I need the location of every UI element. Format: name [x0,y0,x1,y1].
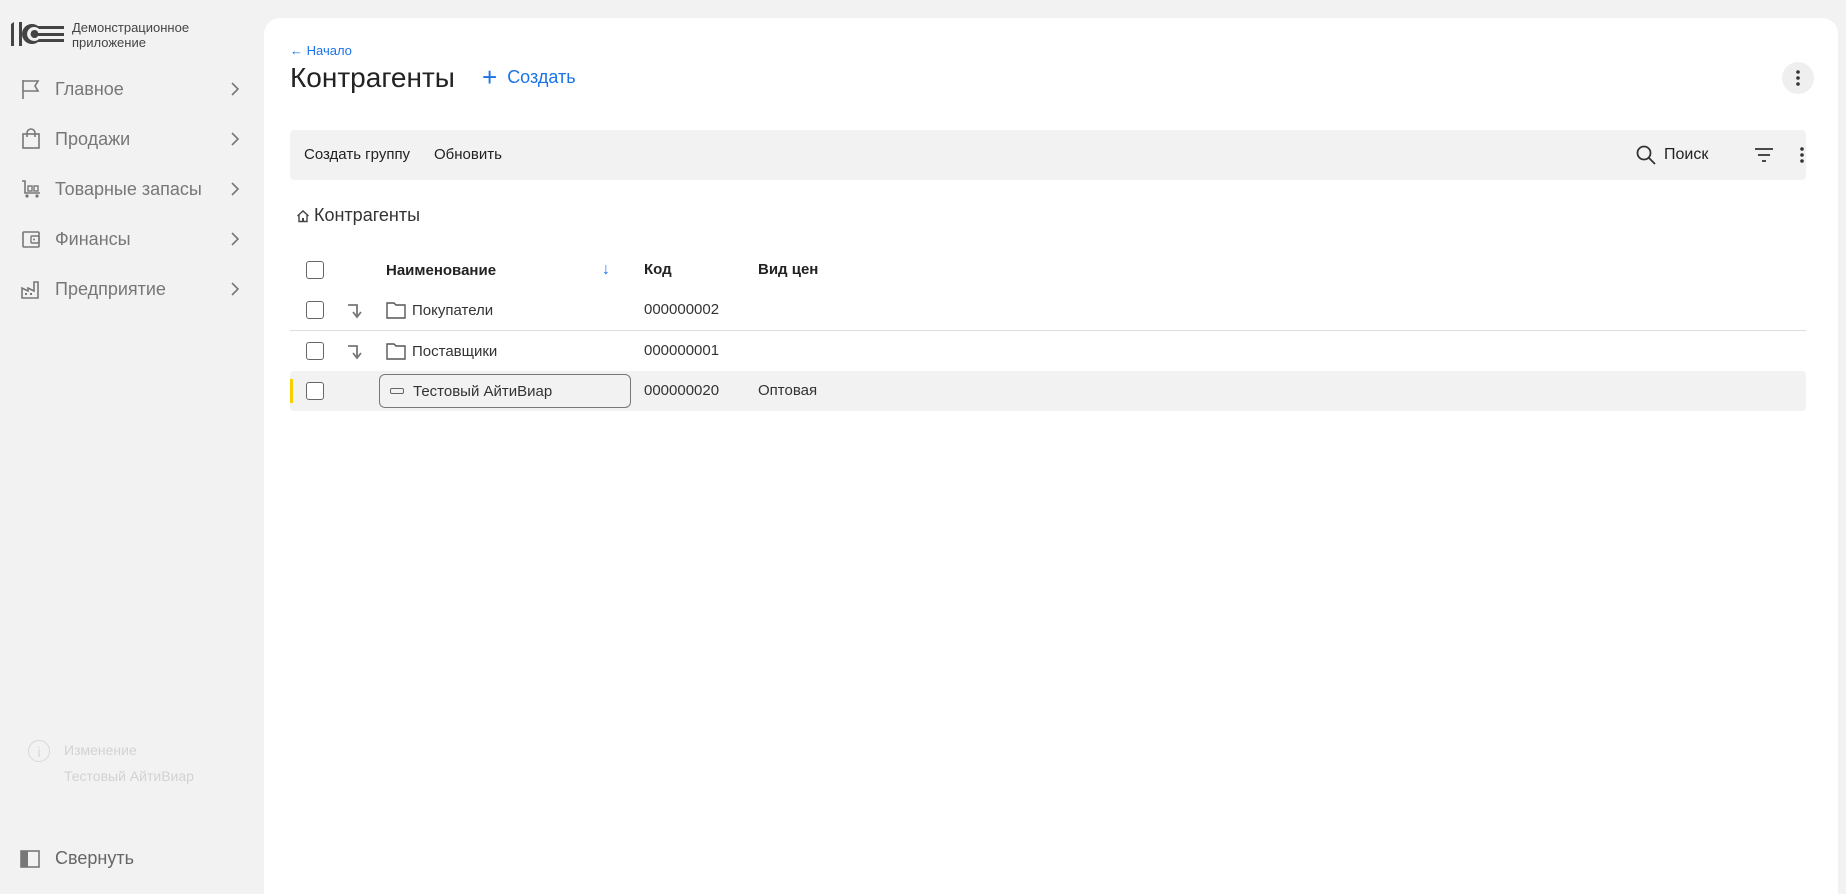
cart-icon [22,180,40,198]
code-cell: 000000001 [644,342,720,359]
group-path-label: Контрагенты [314,205,421,225]
folder-icon [386,343,406,360]
search-icon [1636,145,1656,165]
chevron-right-icon [231,282,240,296]
column-header-price-type[interactable]: Вид цен [758,250,818,290]
shopping-bag-icon [22,128,40,149]
row-checkbox[interactable] [306,301,324,319]
column-header-code[interactable]: Код [644,250,672,290]
table-row[interactable]: Поставщики 000000001 [290,331,1806,371]
app-name-line1: Демонстрационное [72,20,190,35]
sidebar-item-finance[interactable]: Финансы [20,221,240,257]
create-button[interactable]: + Создать [482,62,576,92]
chevron-right-icon [231,132,240,146]
sidebar-item-label: Финансы [55,228,131,249]
row-name: Поставщики [412,342,498,360]
more-actions-button[interactable] [1782,62,1814,94]
folder-icon [386,302,406,319]
app-logo: Демонстрационное приложение [8,20,189,50]
create-button-label: Создать [507,66,576,87]
select-all-checkbox[interactable] [306,261,324,279]
sidebar-item-label: Предприятие [55,278,166,299]
notification-subtitle: Тестовый АйтиВиар [64,768,194,784]
filter-icon[interactable] [1754,145,1774,165]
plus-icon: + [482,62,498,92]
chevron-right-icon [231,182,240,196]
code-cell: 000000020 [644,382,720,399]
name-cell: Поставщики [386,331,497,371]
main-panel: ← Начало Контрагенты + Создать Создать г… [264,18,1838,894]
search-button[interactable]: Поиск [1636,130,1708,180]
table-row[interactable]: Покупатели 000000002 [290,290,1806,331]
name-cell: Покупатели [386,290,493,330]
enter-group-arrow-icon[interactable] [346,301,364,319]
refresh-button[interactable]: Обновить [434,130,502,180]
wallet-icon [22,231,40,248]
factory-icon [21,281,39,299]
row-name: Тестовый АйтиВиар [413,382,553,400]
home-icon [297,209,309,222]
sidebar-item-inventory[interactable]: Товарные запасы [20,171,240,207]
enter-group-arrow-icon[interactable] [346,342,364,360]
sidebar-item-enterprise[interactable]: Предприятие [20,271,240,307]
row-checkbox[interactable] [306,382,324,400]
current-row-marker [290,379,293,403]
table-header-row: Наименование ↓ Код Вид цен [290,250,1806,290]
sidebar-item-label: Главное [55,78,124,99]
chevron-right-icon [231,82,240,96]
list-toolbar: Создать группу Обновить Поиск [290,130,1806,180]
chevron-right-icon [231,232,240,246]
app-name: Демонстрационное приложение [72,20,189,50]
create-group-button[interactable]: Создать группу [304,130,410,180]
search-label: Поиск [1664,146,1709,163]
sidebar-item-label: Товарные запасы [55,178,202,199]
element-icon [390,388,404,394]
sort-arrow-down-icon[interactable]: ↓ [602,250,610,290]
column-header-name[interactable]: Наименование [386,250,496,290]
flag-icon [22,80,40,99]
group-path[interactable]: Контрагенты [296,205,420,226]
row-checkbox[interactable] [306,342,324,360]
app-name-line2: приложение [72,35,146,50]
row-name: Покупатели [412,301,494,319]
info-icon: i [28,740,50,762]
page-title: Контрагенты [290,62,455,93]
more-vertical-icon[interactable] [1796,145,1808,165]
more-vertical-icon [1796,70,1800,86]
notification-title: Изменение [64,742,137,758]
sidebar-item-sales[interactable]: Продажи [20,121,240,157]
sidebar-item-main[interactable]: Главное [20,71,240,107]
name-cell[interactable]: Тестовый АйтиВиар [386,371,552,411]
code-cell: 000000002 [644,301,720,318]
price-type-cell: Оптовая [758,382,818,399]
sidebar-item-label: Продажи [55,128,131,149]
table-row-selected[interactable]: Тестовый АйтиВиар 000000020 Оптовая [290,371,1806,411]
logo-1c-icon [11,22,64,46]
back-link[interactable]: ← Начало [290,43,352,58]
counterparties-table: Наименование ↓ Код Вид цен Покупатели 00… [290,250,1806,411]
